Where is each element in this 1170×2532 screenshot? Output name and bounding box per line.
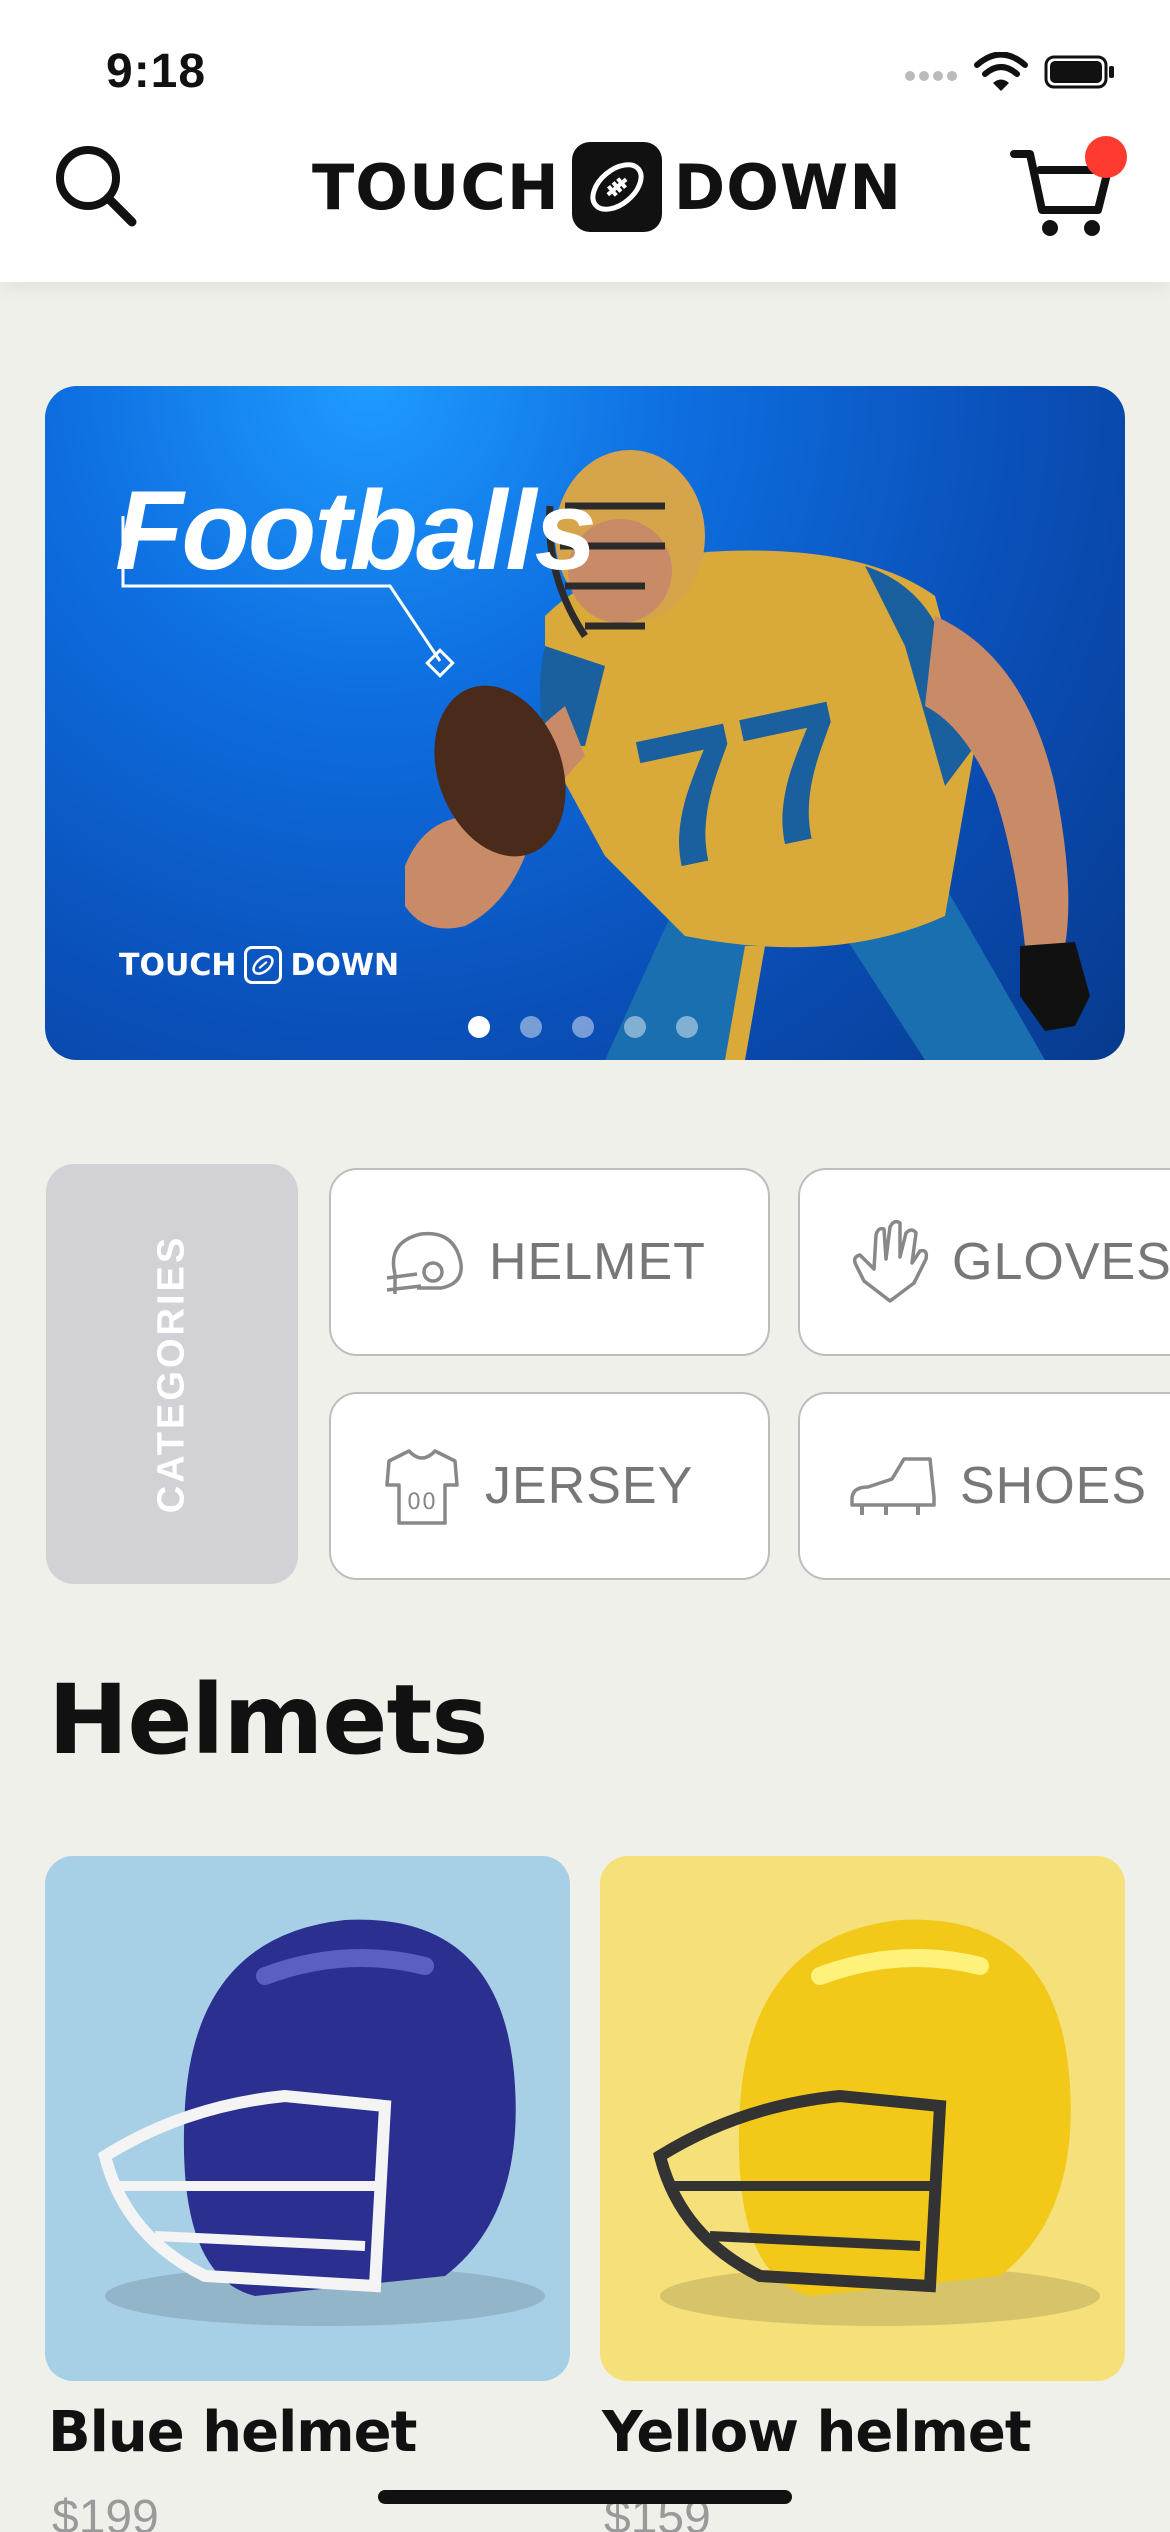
categories-label: CATEGORIES bbox=[46, 1164, 298, 1584]
status-icons bbox=[904, 52, 1116, 92]
category-jersey-label: JERSEY bbox=[485, 1457, 694, 1515]
wifi-icon bbox=[974, 52, 1028, 91]
banner-logo-left: TOUCH bbox=[119, 947, 237, 983]
shoes-icon bbox=[850, 1457, 936, 1515]
section-title-helmets: Helmets bbox=[48, 1664, 489, 1776]
carousel-dot[interactable] bbox=[676, 1016, 698, 1038]
helmet-icon bbox=[386, 1231, 463, 1294]
category-helmet-label: HELMET bbox=[489, 1233, 706, 1291]
search-icon[interactable] bbox=[50, 140, 140, 230]
banner-logo-right: DOWN bbox=[290, 947, 400, 983]
status-time: 9:18 bbox=[106, 45, 207, 98]
product-name[interactable]: Blue helmet bbox=[48, 2400, 417, 2465]
battery-icon bbox=[1044, 55, 1114, 89]
product-card-blue-helmet[interactable] bbox=[45, 1856, 570, 2381]
football-icon bbox=[244, 946, 283, 984]
category-shoes-label: SHOES bbox=[960, 1457, 1148, 1515]
category-helmet-button[interactable]: HELMET bbox=[329, 1168, 770, 1356]
promo-banner[interactable]: 77 Footballs TOUCH DOWN bbox=[45, 386, 1125, 1060]
banner-brand-logo: TOUCH DOWN bbox=[119, 946, 399, 984]
football-icon bbox=[571, 142, 662, 232]
carousel-indicator[interactable] bbox=[468, 1016, 698, 1038]
carousel-dot[interactable] bbox=[624, 1016, 646, 1038]
category-shoes-button[interactable]: SHOES bbox=[798, 1392, 1170, 1580]
gloves-icon bbox=[852, 1219, 929, 1303]
carousel-dot[interactable] bbox=[468, 1016, 490, 1038]
home-indicator[interactable] bbox=[378, 2490, 792, 2504]
cart-badge bbox=[1085, 136, 1127, 178]
jersey-icon: 00 bbox=[385, 1449, 459, 1525]
brand-logo: TOUCH DOWN bbox=[312, 140, 902, 234]
categories-label-text: CATEGORIES bbox=[150, 1234, 193, 1514]
banner-title: Footballs bbox=[115, 468, 597, 593]
blue-helmet-image bbox=[98, 1919, 545, 2326]
carousel-dot[interactable] bbox=[572, 1016, 594, 1038]
product-name[interactable]: Yellow helmet bbox=[602, 2400, 1032, 2465]
svg-text:00: 00 bbox=[407, 1490, 437, 1515]
product-card-yellow-helmet[interactable] bbox=[600, 1856, 1125, 2381]
yellow-helmet-image bbox=[653, 1919, 1100, 2326]
svg-text:77: 77 bbox=[620, 661, 871, 912]
cellular-signal-icon bbox=[905, 71, 957, 81]
logo-text-right: DOWN bbox=[673, 150, 903, 224]
category-gloves-button[interactable]: GLOVES bbox=[798, 1168, 1170, 1356]
category-jersey-button[interactable]: 00 JERSEY bbox=[329, 1392, 770, 1580]
category-gloves-label: GLOVES bbox=[952, 1233, 1170, 1291]
logo-text-left: TOUCH bbox=[312, 150, 560, 224]
carousel-dot[interactable] bbox=[520, 1016, 542, 1038]
product-price: $199 bbox=[52, 2491, 159, 2532]
